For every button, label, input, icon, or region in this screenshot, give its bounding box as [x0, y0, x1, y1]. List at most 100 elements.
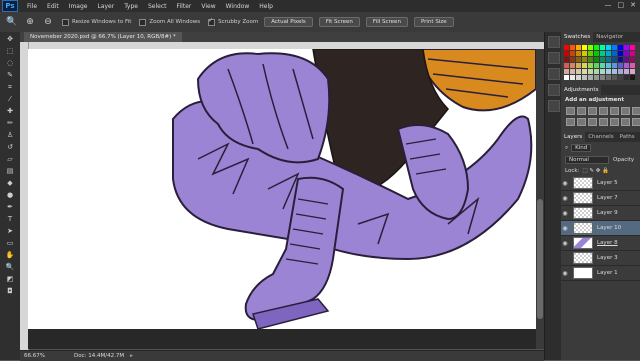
- swatch[interactable]: [588, 75, 593, 80]
- swatch[interactable]: [630, 51, 635, 56]
- layer-name[interactable]: Layer 9: [597, 210, 618, 216]
- gradient-tool-icon[interactable]: ▤: [3, 166, 17, 176]
- swatch[interactable]: [618, 57, 623, 62]
- swatch[interactable]: [618, 45, 623, 50]
- zoom-level[interactable]: 66.67%: [24, 353, 64, 359]
- swatch[interactable]: [612, 45, 617, 50]
- menu-window[interactable]: Window: [221, 3, 255, 10]
- fit-screen-button[interactable]: Fit Screen: [318, 17, 360, 27]
- bw-icon[interactable]: [566, 118, 575, 126]
- swatch[interactable]: [588, 57, 593, 62]
- swatch[interactable]: [630, 75, 635, 80]
- swatch[interactable]: [600, 69, 605, 74]
- hue-icon[interactable]: [621, 107, 630, 115]
- color-swatches-icon[interactable]: ◩: [3, 274, 17, 284]
- crop-tool-icon[interactable]: ⌗: [3, 82, 17, 92]
- dodge-tool-icon[interactable]: ●: [3, 190, 17, 200]
- eye-icon[interactable]: ◉: [561, 195, 569, 202]
- layer-row[interactable]: ◉ Layer 7: [561, 191, 640, 206]
- swatch[interactable]: [582, 57, 587, 62]
- swatch[interactable]: [618, 51, 623, 56]
- swatch[interactable]: [600, 57, 605, 62]
- shape-tool-icon[interactable]: ▭: [3, 238, 17, 248]
- layer-row[interactable]: ◉ Layer 1: [561, 266, 640, 281]
- menu-type[interactable]: Type: [119, 3, 143, 10]
- move-tool-icon[interactable]: ✥: [3, 34, 17, 44]
- eye-icon[interactable]: ◉: [561, 270, 569, 277]
- swatch[interactable]: [618, 63, 623, 68]
- tab-navigator[interactable]: Navigator: [593, 32, 626, 42]
- swatch[interactable]: [588, 63, 593, 68]
- menu-edit[interactable]: Edit: [42, 3, 64, 10]
- layer-name[interactable]: Layer 8: [597, 240, 618, 246]
- swatch[interactable]: [588, 69, 593, 74]
- swatch[interactable]: [564, 51, 569, 56]
- balance-icon[interactable]: [632, 107, 640, 115]
- brush-panel-icon[interactable]: [548, 68, 560, 80]
- blend-mode-select[interactable]: Normal: [565, 156, 609, 164]
- swatch[interactable]: [630, 63, 635, 68]
- eyedropper-tool-icon[interactable]: ⁄: [3, 94, 17, 104]
- zoom-all-windows-checkbox[interactable]: Zoom All Windows: [139, 18, 200, 26]
- swatch[interactable]: [594, 69, 599, 74]
- path-select-tool-icon[interactable]: ➤: [3, 226, 17, 236]
- eye-icon[interactable]: ◉: [561, 225, 569, 232]
- posterize-icon[interactable]: [610, 118, 619, 126]
- swatch[interactable]: [600, 51, 605, 56]
- swatch[interactable]: [576, 57, 581, 62]
- layer-row[interactable]: ◉ Layer 8: [561, 236, 640, 251]
- character-panel-icon[interactable]: [548, 84, 560, 96]
- swatch[interactable]: [570, 69, 575, 74]
- swatch[interactable]: [594, 51, 599, 56]
- pen-tool-icon[interactable]: ✒: [3, 202, 17, 212]
- swatch[interactable]: [606, 51, 611, 56]
- tab-channels[interactable]: Channels: [585, 132, 616, 142]
- swatch[interactable]: [618, 75, 623, 80]
- swatch[interactable]: [564, 69, 569, 74]
- properties-panel-icon[interactable]: [548, 52, 560, 64]
- zoom-tool-icon[interactable]: 🔍: [6, 16, 18, 28]
- swatch[interactable]: [612, 69, 617, 74]
- eye-icon[interactable]: ◉: [561, 210, 569, 217]
- tab-paths[interactable]: Paths: [617, 132, 638, 142]
- print-size-button[interactable]: Print Size: [413, 17, 454, 27]
- swatch[interactable]: [576, 75, 581, 80]
- swatch[interactable]: [618, 69, 623, 74]
- eye-icon[interactable]: ◉: [561, 180, 569, 187]
- maximize-button[interactable]: □: [618, 1, 625, 9]
- blur-tool-icon[interactable]: ◆: [3, 178, 17, 188]
- swatch[interactable]: [594, 75, 599, 80]
- curves-icon[interactable]: [588, 107, 597, 115]
- threshold-icon[interactable]: [621, 118, 630, 126]
- tab-swatches[interactable]: Swatches: [561, 32, 594, 42]
- hand-tool-icon[interactable]: ✋: [3, 250, 17, 260]
- swatch[interactable]: [570, 51, 575, 56]
- swatch[interactable]: [582, 51, 587, 56]
- swatch[interactable]: [576, 69, 581, 74]
- layer-name[interactable]: Layer 1: [597, 270, 618, 276]
- scrollbar-thumb[interactable]: [537, 199, 543, 319]
- layer-row[interactable]: ◉ Layer 9: [561, 206, 640, 221]
- swatch[interactable]: [600, 75, 605, 80]
- menu-select[interactable]: Select: [143, 3, 172, 10]
- menu-filter[interactable]: Filter: [172, 3, 197, 10]
- canvas-area[interactable]: [28, 49, 536, 349]
- zoom-out-icon[interactable]: ⊖: [42, 16, 54, 28]
- invert-icon[interactable]: [599, 118, 608, 126]
- swatch[interactable]: [630, 57, 635, 62]
- swatch[interactable]: [588, 45, 593, 50]
- tab-adjustments[interactable]: Adjustments: [561, 85, 602, 95]
- layer-row[interactable]: Layer 3: [561, 251, 640, 266]
- eye-icon[interactable]: ◉: [561, 240, 569, 247]
- swatch[interactable]: [582, 63, 587, 68]
- swatch[interactable]: [594, 63, 599, 68]
- swatch[interactable]: [630, 45, 635, 50]
- zoom-in-icon[interactable]: ⊕: [24, 16, 36, 28]
- brush-tool-icon[interactable]: ✏: [3, 118, 17, 128]
- swatch[interactable]: [564, 75, 569, 80]
- lock-icons[interactable]: ⬚ ✎ ✥ 🔒: [582, 168, 609, 174]
- gradient-map-icon[interactable]: [632, 118, 640, 126]
- kind-filter[interactable]: Kind: [571, 144, 592, 152]
- brightness-icon[interactable]: [566, 107, 575, 115]
- swatches-grid[interactable]: [561, 42, 640, 83]
